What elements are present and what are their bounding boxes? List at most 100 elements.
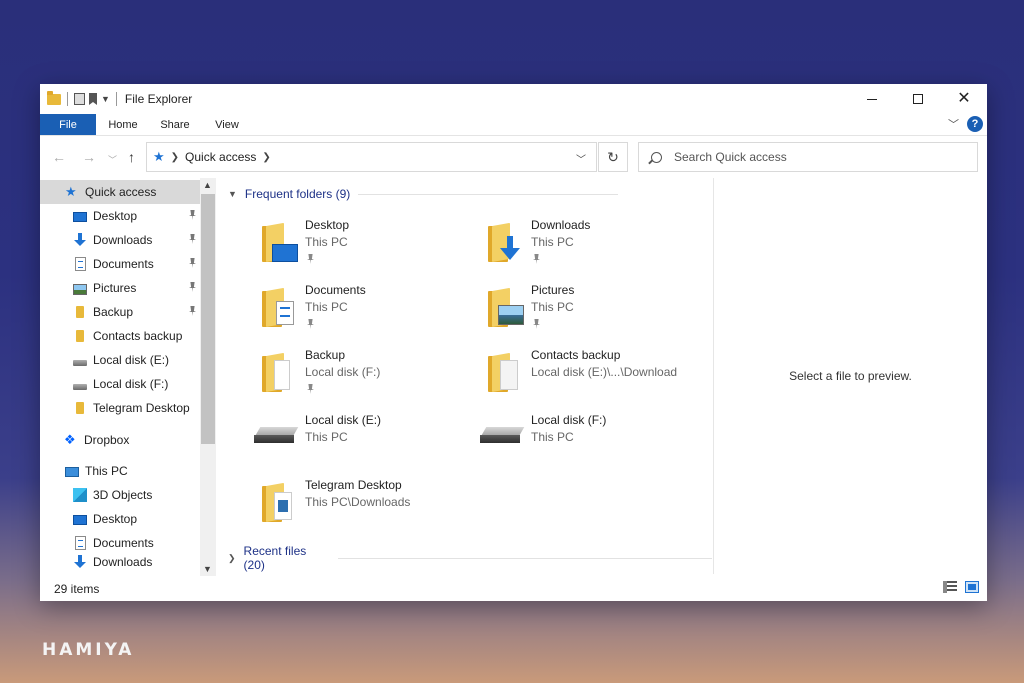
tab-file[interactable]: File — [40, 114, 96, 135]
sidebar-item-label: Documents — [93, 536, 154, 550]
recent-locations-chevron-icon[interactable]: ﹀ — [108, 153, 117, 166]
toolbar-separator — [67, 92, 68, 106]
sidebar-item-label: Local disk (E:) — [93, 353, 170, 367]
folder-name: Pictures — [531, 283, 575, 297]
sidebar-item-this-pc[interactable]: This PC — [40, 459, 200, 483]
expand-ribbon-chevron-icon[interactable]: ﹀ — [948, 116, 959, 132]
address-row: ← → ﹀ ↑ ★ ❯ Quick access ❯ ﹀ ↻ — [40, 140, 987, 174]
disk-icon — [73, 384, 87, 390]
sidebar-item-pc-desktop[interactable]: Desktop — [40, 507, 200, 531]
address-bar[interactable]: ★ ❯ Quick access ❯ ﹀ — [146, 142, 597, 172]
properties-icon[interactable] — [74, 93, 85, 105]
preview-message: Select a file to preview. — [789, 369, 912, 383]
section-divider — [338, 557, 712, 559]
pin-icon[interactable] — [189, 282, 196, 292]
address-dropdown-chevron-icon[interactable]: ﹀ — [576, 151, 586, 166]
folder-tile-downloads[interactable]: Downloads This PC — [486, 218, 712, 280]
disk-icon — [254, 427, 299, 443]
sidebar-item-3d-objects[interactable]: 3D Objects — [40, 483, 200, 507]
pin-icon[interactable] — [189, 210, 196, 220]
back-arrow-icon[interactable]: ← — [52, 149, 66, 165]
sidebar-item-pictures[interactable]: Pictures — [40, 276, 200, 300]
pin-icon — [307, 254, 314, 264]
collapse-chevron-icon[interactable]: ▼ — [228, 189, 237, 199]
folder-tile-contacts-backup[interactable]: Contacts backup Local disk (E:)\...\Down… — [486, 348, 712, 410]
folder-location: Local disk (F:) — [305, 365, 381, 379]
sidebar-item-quick-access[interactable]: ★ Quick access — [40, 180, 200, 204]
sidebar-item-label: Downloads — [93, 555, 153, 569]
sidebar-item-pc-documents[interactable]: Documents — [40, 531, 200, 555]
minimize-button[interactable] — [849, 84, 895, 114]
new-folder-icon[interactable] — [89, 93, 97, 105]
tab-view[interactable]: View — [200, 114, 254, 135]
navigation-scrollbar[interactable]: ▲ ▼ — [200, 178, 216, 576]
folder-tile-desktop[interactable]: Desktop This PC — [260, 218, 486, 280]
scrollbar-thumb[interactable] — [201, 194, 215, 444]
quick-access-toolbar: ▼ — [40, 90, 119, 106]
pin-icon[interactable] — [189, 234, 196, 244]
folder-location: This PC — [305, 235, 348, 249]
sidebar-item-contacts-backup[interactable]: Contacts backup — [40, 324, 200, 348]
large-icons-view-icon[interactable] — [965, 581, 979, 593]
maximize-button[interactable] — [895, 84, 941, 114]
downloads-folder-icon — [486, 222, 526, 262]
sidebar-item-local-disk-e[interactable]: Local disk (E:) — [40, 348, 200, 372]
refresh-icon: ↻ — [607, 148, 619, 165]
sidebar-item-label: This PC — [85, 464, 128, 478]
breadcrumb-quick-access[interactable]: Quick access — [185, 150, 256, 164]
view-switcher — [943, 581, 979, 593]
frequent-folders-header[interactable]: ▼ Frequent folders (9) — [228, 184, 619, 204]
up-arrow-icon[interactable]: ↑ — [128, 149, 135, 165]
sidebar-item-desktop[interactable]: Desktop — [40, 204, 200, 228]
pin-icon[interactable] — [189, 258, 196, 268]
title-bar: ▼ File Explorer ✕ — [40, 84, 987, 114]
sidebar-item-documents[interactable]: Documents — [40, 252, 200, 276]
breadcrumb-chevron-icon[interactable]: ❯ — [171, 152, 179, 163]
customize-toolbar-chevron-icon[interactable]: ▼ — [101, 94, 110, 104]
drive-name: Local disk (E:) — [305, 413, 382, 427]
scroll-down-icon[interactable]: ▼ — [203, 564, 212, 574]
drive-tile-local-disk-e[interactable]: Local disk (E:) This PC — [254, 413, 486, 475]
recent-files-header[interactable]: ❯ Recent files (20) — [228, 544, 712, 572]
sidebar-item-pc-downloads[interactable]: Downloads — [40, 555, 200, 571]
sidebar-item-dropbox[interactable]: ❖ Dropbox — [40, 428, 200, 452]
sidebar-item-telegram-desktop[interactable]: Telegram Desktop — [40, 396, 200, 420]
sidebar-item-backup[interactable]: Backup — [40, 300, 200, 324]
sidebar-item-local-disk-f[interactable]: Local disk (F:) — [40, 372, 200, 396]
window-controls: ✕ — [849, 84, 987, 114]
content-pane: ▼ Frequent folders (9) Desktop This PC D… — [222, 178, 712, 576]
search-input[interactable] — [674, 150, 954, 164]
expand-chevron-icon[interactable]: ❯ — [228, 553, 236, 564]
drive-name: Local disk (F:) — [531, 413, 607, 427]
folder-name: Telegram Desktop — [305, 478, 402, 492]
drive-tile-local-disk-f[interactable]: Local disk (F:) This PC — [480, 413, 712, 475]
folder-name: Desktop — [305, 218, 350, 232]
pin-icon[interactable] — [189, 306, 196, 316]
sidebar-item-label: Documents — [93, 257, 154, 271]
sidebar-item-downloads[interactable]: Downloads — [40, 228, 200, 252]
folder-tile-pictures[interactable]: Pictures This PC — [486, 283, 712, 345]
folder-icon[interactable] — [47, 90, 61, 105]
folder-tile-telegram-desktop[interactable]: Telegram Desktop This PC\Downloads — [260, 478, 486, 540]
forward-arrow-icon[interactable]: → — [82, 149, 96, 165]
file-explorer-window: ▼ File Explorer ✕ File Home Share View ﹀… — [40, 84, 987, 601]
document-icon — [75, 536, 86, 550]
tab-share[interactable]: Share — [150, 114, 200, 135]
help-button[interactable]: ? — [967, 116, 983, 132]
star-icon: ★ — [65, 184, 77, 199]
cube-icon — [73, 488, 87, 502]
close-button[interactable]: ✕ — [941, 84, 987, 114]
sidebar-item-label: Telegram Desktop — [93, 401, 190, 415]
folder-name: Backup — [305, 348, 346, 362]
search-box[interactable] — [638, 142, 978, 172]
scroll-up-icon[interactable]: ▲ — [203, 180, 212, 190]
breadcrumb-chevron-icon[interactable]: ❯ — [262, 152, 270, 163]
folder-tile-backup[interactable]: Backup Local disk (F:) — [260, 348, 486, 410]
refresh-button[interactable]: ↻ — [598, 142, 628, 172]
tab-home[interactable]: Home — [96, 114, 150, 135]
details-view-icon[interactable] — [943, 581, 957, 593]
desktop-folder-icon — [260, 222, 300, 262]
sidebar-item-label: Dropbox — [84, 433, 130, 447]
folder-tile-documents[interactable]: Documents This PC — [260, 283, 486, 345]
pin-icon — [307, 384, 314, 394]
